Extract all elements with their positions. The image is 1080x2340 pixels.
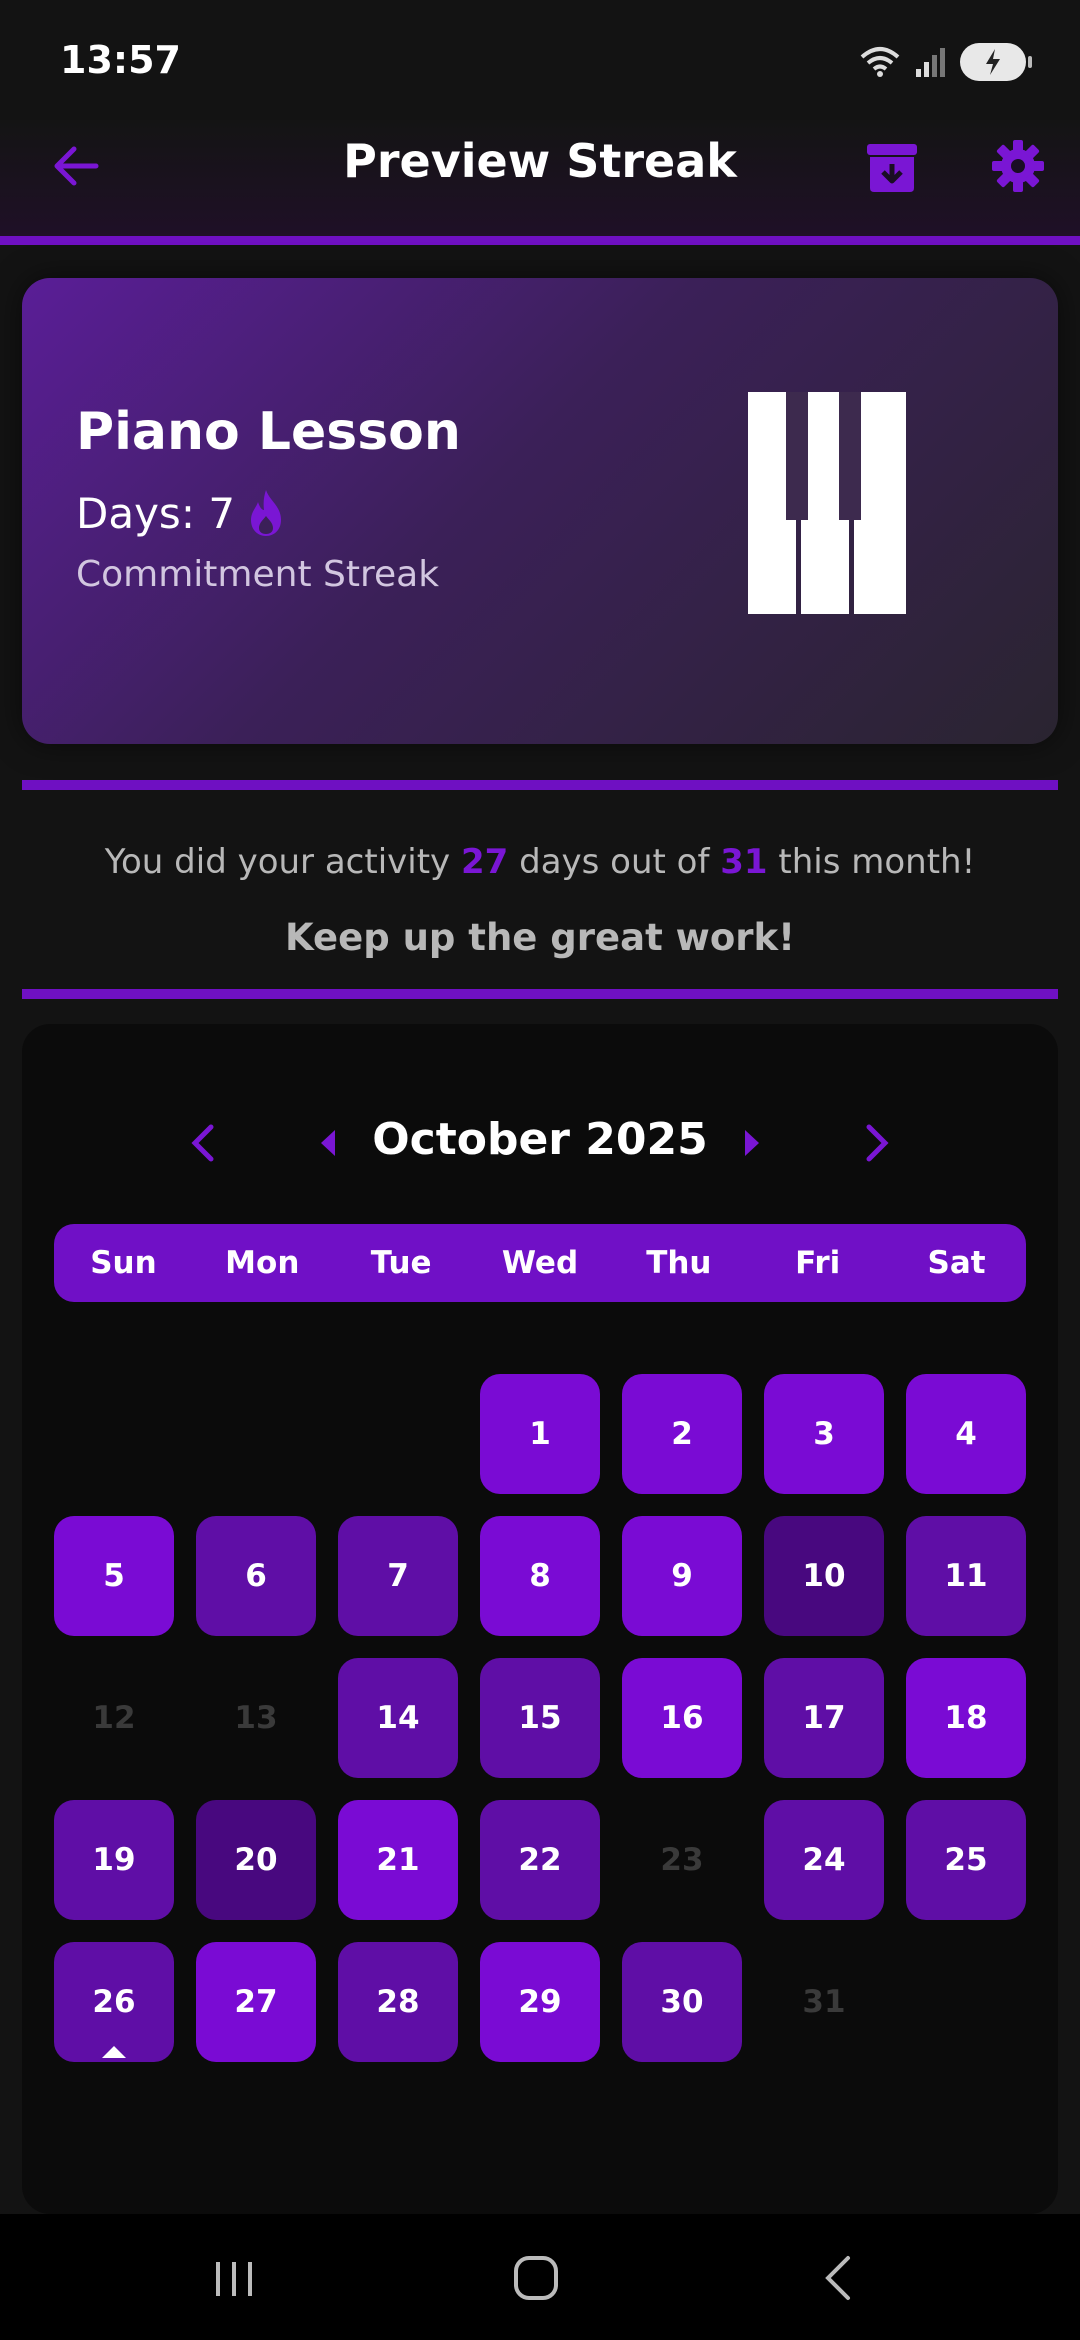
encouragement-text: Keep up the great work! <box>285 916 795 959</box>
calendar-day-8[interactable]: 8 <box>480 1516 600 1636</box>
archive-icon[interactable] <box>864 140 920 196</box>
summary-total-count: 31 <box>720 842 768 882</box>
streak-days-label: Days: 7 <box>76 488 236 538</box>
calendar-day-5[interactable]: 5 <box>54 1516 174 1636</box>
calendar-day-19[interactable]: 19 <box>54 1800 174 1920</box>
calendar-day-12[interactable]: 12 <box>54 1658 174 1778</box>
calendar-day-26[interactable]: 26 <box>54 1942 174 2062</box>
calendar-day-31[interactable]: 31 <box>764 1942 884 2062</box>
calendar-day-24[interactable]: 24 <box>764 1800 884 1920</box>
calendar-day-15[interactable]: 15 <box>480 1658 600 1778</box>
calendar-day-2[interactable]: 2 <box>622 1374 742 1494</box>
month-label: October 2025 <box>372 1114 708 1165</box>
weekday-label: Mon <box>225 1245 300 1281</box>
weekday-label: Fri <box>795 1245 841 1281</box>
home-icon[interactable] <box>506 2250 566 2306</box>
nav-back-icon[interactable] <box>810 2250 870 2306</box>
summary-prefix: You did your activity <box>104 842 451 882</box>
streak-title: Piano Lesson <box>76 402 461 462</box>
signal-icon <box>916 48 945 77</box>
calendar-day-3[interactable]: 3 <box>764 1374 884 1494</box>
calendar-day-11[interactable]: 11 <box>906 1516 1026 1636</box>
next-year-button[interactable] <box>852 1118 902 1168</box>
calendar-day-18[interactable]: 18 <box>906 1658 1026 1778</box>
next-month-button[interactable] <box>726 1118 776 1168</box>
calendar-day-14[interactable]: 14 <box>338 1658 458 1778</box>
today-indicator-icon <box>102 2046 126 2058</box>
summary-suffix: this month! <box>778 842 976 882</box>
calendar-day-22[interactable]: 22 <box>480 1800 600 1920</box>
flame-icon <box>251 490 282 536</box>
wifi-icon <box>860 47 900 77</box>
weekday-label: Wed <box>501 1245 579 1281</box>
calendar-day-9[interactable]: 9 <box>622 1516 742 1636</box>
calendar-day-25[interactable]: 25 <box>906 1800 1026 1920</box>
weekday-label: Sat <box>927 1245 986 1281</box>
status-icons <box>860 40 1032 84</box>
calendar-day-13[interactable]: 13 <box>196 1658 316 1778</box>
calendar-day-29[interactable]: 29 <box>480 1942 600 2062</box>
calendar-day-16[interactable]: 16 <box>622 1658 742 1778</box>
status-time: 13:57 <box>60 38 181 82</box>
weekday-header: Sun Mon Tue Wed Thu Fri Sat <box>54 1224 1026 1302</box>
summary-done-count: 27 <box>460 842 509 882</box>
section-divider <box>22 780 1058 790</box>
calendar-day-27[interactable]: 27 <box>196 1942 316 2062</box>
weekday-label: Tue <box>370 1245 432 1281</box>
calendar-day-28[interactable]: 28 <box>338 1942 458 2062</box>
section-divider <box>22 989 1058 999</box>
calendar-day-30[interactable]: 30 <box>622 1942 742 2062</box>
calendar-day-10[interactable]: 10 <box>764 1516 884 1636</box>
calendar-day-4[interactable]: 4 <box>906 1374 1026 1494</box>
system-nav-bar <box>0 2214 1080 2340</box>
calendar-day-7[interactable]: 7 <box>338 1516 458 1636</box>
calendar-day-1[interactable]: 1 <box>480 1374 600 1494</box>
caret-right-icon <box>745 1130 759 1156</box>
weekday-label: Thu <box>646 1245 712 1281</box>
weekday-label: Sun <box>90 1245 157 1281</box>
month-summary: You did your activity 27 days out of 31 … <box>0 842 1080 882</box>
calendar-day-17[interactable]: 17 <box>764 1658 884 1778</box>
streak-subtitle: Commitment Streak <box>76 554 440 595</box>
calendar-day-6[interactable]: 6 <box>196 1516 316 1636</box>
battery-icon <box>960 43 1032 81</box>
gear-icon[interactable] <box>990 138 1046 194</box>
piano-icon <box>748 392 906 614</box>
summary-middle: days out of <box>519 842 710 882</box>
recents-icon[interactable] <box>204 2250 264 2306</box>
app-bar-divider <box>0 236 1080 245</box>
calendar-day-21[interactable]: 21 <box>338 1800 458 1920</box>
streak-days: Days: 7 <box>76 488 289 538</box>
calendar-day-20[interactable]: 20 <box>196 1800 316 1920</box>
chevron-right-icon <box>866 1124 889 1162</box>
status-bar: 13:57 <box>0 0 1080 120</box>
calendar-day-23[interactable]: 23 <box>622 1800 742 1920</box>
